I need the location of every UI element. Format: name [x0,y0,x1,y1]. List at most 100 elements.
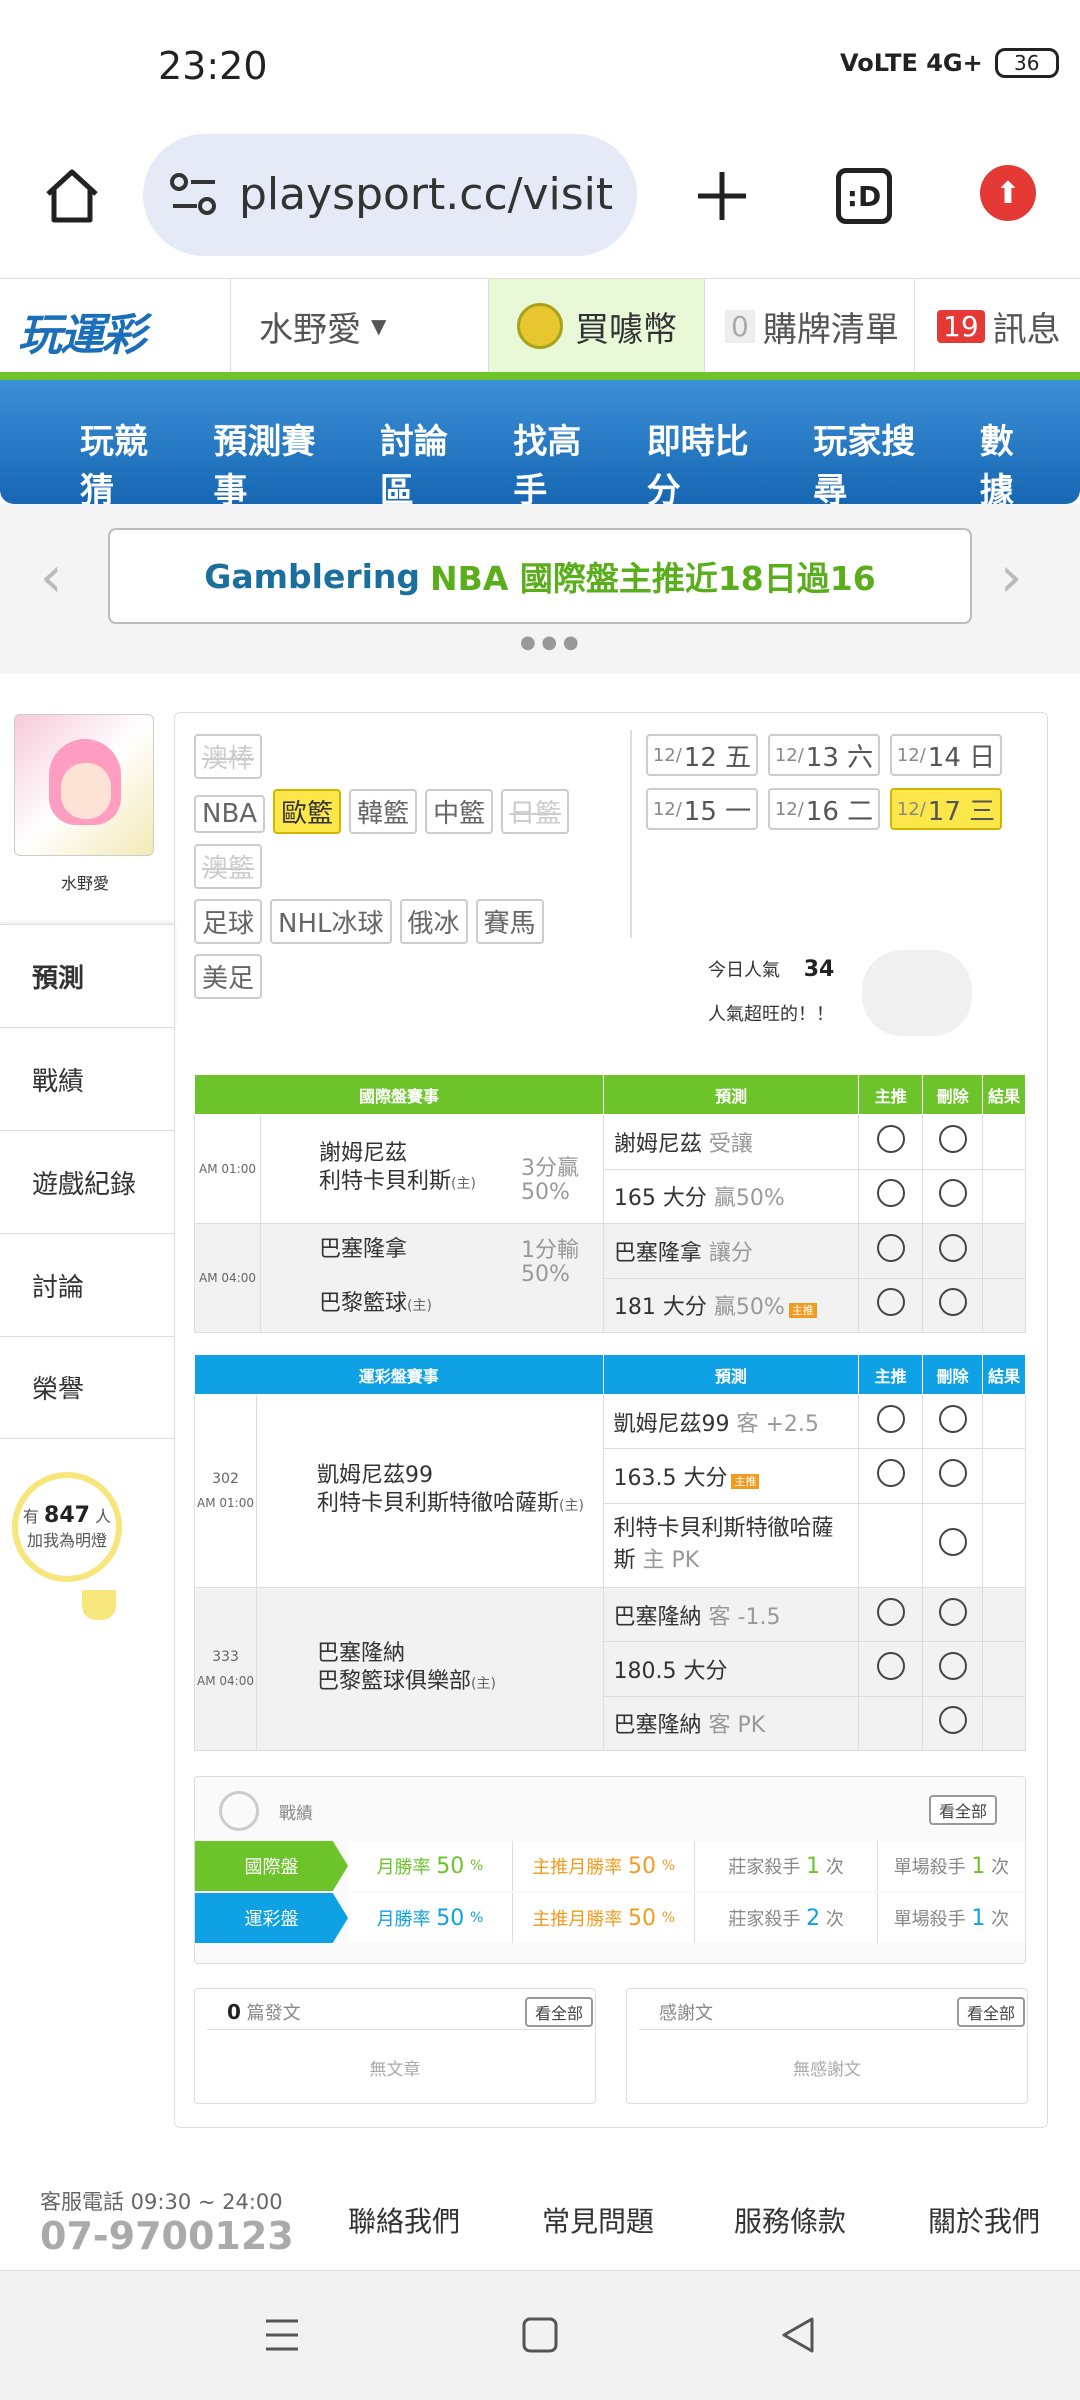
league-tag[interactable]: NBA [194,795,266,833]
date-button[interactable]: 12/15 一 [646,788,758,830]
delete-radio[interactable] [938,1124,967,1153]
footer-link-about[interactable]: 關於我們 [928,2200,1040,2240]
main-pick-cell [858,1448,924,1504]
home-team: 利特卡貝利斯 [319,1169,452,1194]
main-pick-radio[interactable] [876,1458,905,1487]
main-pick-radio[interactable] [876,1179,905,1208]
sidebar-item-honor[interactable]: 榮譽 [0,1336,175,1439]
nav-item-data[interactable]: 數據 [980,414,1046,512]
date-month: 12/ [652,798,682,820]
menu-icon[interactable] [262,2315,302,2355]
main-pick-cell [858,1168,924,1224]
cart-button[interactable]: 0 購牌清單 [704,279,914,373]
game-time: AM 01:00 [195,1115,261,1223]
result-cell [982,1277,1026,1333]
date-button[interactable]: 12/14 日 [890,734,1002,776]
nav-item-player-search[interactable]: 玩家搜尋 [813,414,946,512]
league-tag[interactable]: 美足 [194,954,263,999]
site-settings-icon[interactable] [169,172,219,218]
delete-radio[interactable] [938,1706,967,1735]
main-pick-radio[interactable] [876,1288,905,1317]
delete-radio[interactable] [938,1404,967,1433]
delete-radio[interactable] [938,1233,967,1262]
follow-lamp-button[interactable]: 有 847 人 加我為明燈 [12,1472,122,1582]
footer-link-terms[interactable]: 服務條款 [734,2200,846,2240]
table-row: 333 AM 04:00 巴塞隆納 巴黎籃球俱樂部(主) 巴塞隆納 客 -1.5 [194,1586,1026,1751]
home-icon[interactable] [40,164,104,228]
league-tag[interactable]: 賽馬 [475,899,544,944]
messages-button[interactable]: 19 訊息 [914,279,1080,373]
url-bar[interactable]: playsport.cc/visit [143,134,637,256]
main-pick-radio[interactable] [876,1597,905,1626]
column-header: 結果 [982,1354,1026,1395]
nav-item-experts[interactable]: 找高手 [513,414,612,512]
delete-radio[interactable] [938,1288,967,1317]
nav-item-guess[interactable]: 玩競猜 [80,414,179,512]
posts-box: 0 篇發文 看全部 無文章 [194,1988,596,2104]
back-icon[interactable] [778,2315,818,2355]
date-day: 13 六 [805,742,874,773]
pick-team: 180.5 大分 [613,1658,728,1684]
league-tag[interactable]: 俄冰 [399,899,468,944]
league-tag[interactable]: 足球 [194,899,263,944]
nav-item-forum[interactable]: 討論區 [380,414,479,512]
user-menu[interactable]: 水野愛 ▼ [230,279,488,373]
column-header: 刪除 [922,1074,984,1115]
sidebar-item-game-history[interactable]: 遊戲紀錄 [0,1130,175,1233]
date-button[interactable]: 12/13 六 [768,734,880,776]
main-pick-radio[interactable] [876,1124,905,1153]
league-tag[interactable]: NHL冰球 [270,899,392,944]
delete-cell [922,1223,984,1279]
pick-team: 巴塞隆納 [613,1713,702,1739]
delete-radio[interactable] [938,1528,967,1557]
nav-item-predict[interactable]: 預測賽事 [213,414,346,512]
delete-radio[interactable] [938,1651,967,1680]
league-tag[interactable]: 韓籃 [349,789,418,834]
metric-value: 1 [971,1853,986,1879]
post-count: 0 [227,2000,241,2024]
league-tag[interactable]: 澳籃 [194,844,263,889]
pick-note: 客 -1.5 [708,1604,781,1630]
sidebar-item-predict[interactable]: 預測 [0,924,175,1027]
result-cell [982,1448,1026,1504]
league-tag[interactable]: 中籃 [425,789,494,834]
delete-radio[interactable] [938,1597,967,1626]
sidebar-item-discussion[interactable]: 討論 [0,1233,175,1336]
table-row: AM 01:00 謝姆尼茲 利特卡貝利斯(主) 3分贏 50% 謝姆尼茲 受讓 [194,1114,1026,1224]
delete-cell [922,1114,984,1170]
update-icon[interactable]: ⬆ [980,165,1036,221]
view-all-thanks-button[interactable]: 看全部 [957,1997,1026,2027]
footer-link-contact[interactable]: 聯絡我們 [348,2200,460,2240]
main-pick-radio[interactable] [876,1233,905,1262]
view-all-stats-button[interactable]: 看全部 [929,1795,998,1825]
footer-link-faq[interactable]: 常見問題 [542,2200,654,2240]
away-team: 謝姆尼茲 [319,1141,408,1166]
promo-banner[interactable]: Gamblering NBA 國際盤主推近18日過16 [108,528,972,624]
nav-item-livescore[interactable]: 即時比分 [647,414,780,512]
date-button-selected[interactable]: 12/17 三 [890,788,1002,830]
avatar[interactable] [14,714,154,856]
popularity-label: 今日人氣 [708,960,780,981]
date-button[interactable]: 12/12 五 [646,734,758,776]
tab-switcher-button[interactable]: :D [836,168,892,224]
single-killer: 單場殺手 1 次 [877,1841,1025,1891]
delete-radio[interactable] [938,1458,967,1487]
site-logo[interactable]: 玩運彩 [18,299,146,363]
date-button[interactable]: 12/16 二 [768,788,880,830]
sidebar-item-record[interactable]: 戰績 [0,1027,175,1130]
main-pick-radio[interactable] [876,1651,905,1680]
service-phone[interactable]: 07-9700123 [40,2214,294,2258]
record-summary: 戰績 看全部 國際盤 月勝率 50 % 主推月勝率 50 % 莊家殺手 1 次 … [194,1776,1026,1964]
home-square-icon[interactable] [520,2315,560,2355]
view-all-posts-button[interactable]: 看全部 [525,1997,594,2027]
main-pick-radio[interactable] [876,1404,905,1433]
delete-radio[interactable] [938,1179,967,1208]
carousel-next-icon[interactable]: › [1000,545,1022,610]
league-tag[interactable]: 澳棒 [194,734,263,779]
league-tag-selected[interactable]: 歐籃 [273,789,342,834]
carousel-prev-icon[interactable]: ‹ [40,545,62,610]
delete-cell [922,1393,984,1450]
buy-coins-button[interactable]: 買噱幣 [488,279,704,373]
new-tab-icon[interactable] [690,164,754,228]
league-tag[interactable]: 日籃 [501,789,570,834]
